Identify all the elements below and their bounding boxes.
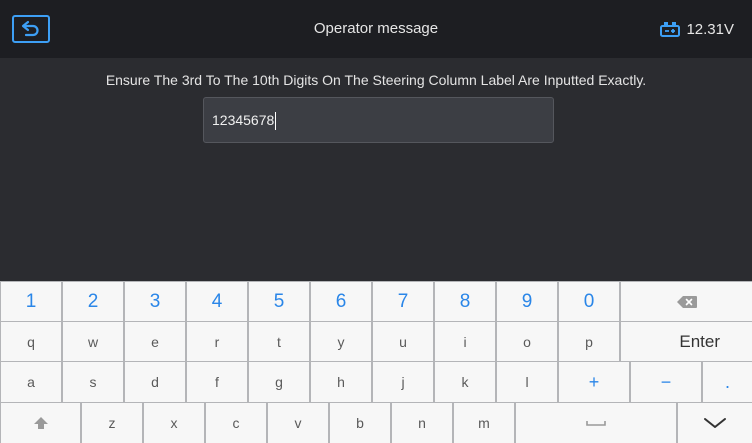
on-screen-keyboard: 1 2 3 4 5 6 7 8 9 0 q w e r t y u i o p … bbox=[0, 281, 752, 443]
key-5[interactable]: 5 bbox=[249, 282, 309, 321]
key-v[interactable]: v bbox=[268, 403, 328, 443]
top-bar: Operator message 12.31V bbox=[0, 0, 752, 58]
key-g[interactable]: g bbox=[249, 362, 309, 402]
key-a[interactable]: a bbox=[1, 362, 61, 402]
input-value: 12345678 bbox=[212, 112, 275, 128]
key-m[interactable]: m bbox=[454, 403, 514, 443]
shift-key[interactable] bbox=[1, 403, 80, 443]
space-icon bbox=[586, 421, 606, 426]
operator-message-text: Ensure The 3rd To The 10th Digits On The… bbox=[105, 72, 647, 88]
key-c[interactable]: c bbox=[206, 403, 266, 443]
key-plus[interactable]: + bbox=[559, 362, 629, 402]
vin-digits-input[interactable]: 12345678 bbox=[203, 97, 554, 143]
key-w[interactable]: w bbox=[63, 322, 123, 361]
key-6[interactable]: 6 bbox=[311, 282, 371, 321]
key-d[interactable]: d bbox=[125, 362, 185, 402]
backspace-icon bbox=[676, 295, 697, 308]
battery-status: 12.31V bbox=[660, 0, 734, 58]
key-0[interactable]: 0 bbox=[559, 282, 619, 321]
key-k[interactable]: k bbox=[435, 362, 495, 402]
hide-keyboard-key[interactable] bbox=[678, 403, 752, 443]
voltage-reading: 12.31V bbox=[686, 20, 734, 38]
page-title: Operator message bbox=[313, 20, 439, 37]
key-r[interactable]: r bbox=[187, 322, 247, 361]
key-2[interactable]: 2 bbox=[63, 282, 123, 321]
shift-icon bbox=[33, 417, 48, 429]
key-s[interactable]: s bbox=[63, 362, 123, 402]
battery-vehicle-icon bbox=[660, 22, 681, 37]
key-f[interactable]: f bbox=[187, 362, 247, 402]
backspace-key[interactable] bbox=[621, 282, 752, 321]
key-e[interactable]: e bbox=[125, 322, 185, 361]
chevron-down-icon bbox=[704, 418, 726, 428]
enter-key[interactable]: Enter bbox=[621, 322, 752, 361]
key-n[interactable]: n bbox=[392, 403, 452, 443]
key-9[interactable]: 9 bbox=[497, 282, 557, 321]
key-b[interactable]: b bbox=[330, 403, 390, 443]
key-7[interactable]: 7 bbox=[373, 282, 433, 321]
key-period[interactable]: . bbox=[703, 362, 752, 402]
key-i[interactable]: i bbox=[435, 322, 495, 361]
key-1[interactable]: 1 bbox=[1, 282, 61, 321]
key-h[interactable]: h bbox=[311, 362, 371, 402]
key-u[interactable]: u bbox=[373, 322, 433, 361]
key-z[interactable]: z bbox=[82, 403, 142, 443]
key-3[interactable]: 3 bbox=[125, 282, 185, 321]
space-key[interactable] bbox=[516, 403, 676, 443]
key-4[interactable]: 4 bbox=[187, 282, 247, 321]
key-minus[interactable]: − bbox=[631, 362, 701, 402]
key-l[interactable]: l bbox=[497, 362, 557, 402]
key-o[interactable]: o bbox=[497, 322, 557, 361]
key-j[interactable]: j bbox=[373, 362, 433, 402]
text-cursor bbox=[275, 112, 277, 131]
key-q[interactable]: q bbox=[1, 322, 61, 361]
key-x[interactable]: x bbox=[144, 403, 204, 443]
key-t[interactable]: t bbox=[249, 322, 309, 361]
key-p[interactable]: p bbox=[559, 322, 619, 361]
key-y[interactable]: y bbox=[311, 322, 371, 361]
key-8[interactable]: 8 bbox=[435, 282, 495, 321]
